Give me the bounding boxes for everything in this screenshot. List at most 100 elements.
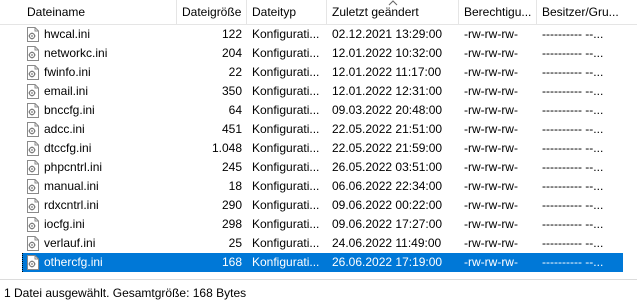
- file-owner: ---------- --...: [542, 103, 604, 117]
- column-header-modified-label: Zuletzt geändert: [332, 5, 419, 19]
- file-row[interactable]: email.ini 350 Konfigurati... 12.01.2022 12:…: [0, 82, 637, 101]
- file-type: Konfigurati...: [252, 46, 320, 60]
- file-modified: 02.12.2021 13:29:00: [332, 27, 443, 41]
- ini-file-icon: [26, 46, 40, 61]
- ini-file-icon: [26, 198, 40, 213]
- file-size: 22: [228, 65, 242, 79]
- file-modified: 22.05.2022 21:59:00: [332, 141, 443, 155]
- file-row-selected[interactable]: othercfg.ini 168 Konfigurati... 26.06.2022 …: [0, 253, 637, 272]
- file-permissions: -rw-rw-rw-: [464, 198, 518, 212]
- file-name: networkc.ini: [44, 46, 108, 60]
- column-header-size-label: Dateigröße: [182, 5, 242, 19]
- file-row[interactable]: fwinfo.ini 22 Konfigurati... 12.01.2022 11:…: [0, 63, 637, 82]
- file-owner: ---------- --...: [542, 141, 604, 155]
- file-owner: ---------- --...: [542, 122, 604, 136]
- file-name: hwcal.ini: [44, 27, 91, 41]
- file-type: Konfigurati...: [252, 27, 320, 41]
- file-name: fwinfo.ini: [44, 65, 91, 79]
- column-header-owner-label: Besitzer/Gru...: [542, 5, 619, 19]
- file-size: 18: [228, 179, 242, 193]
- file-modified: 26.06.2022 17:19:00: [332, 255, 443, 269]
- file-permissions: -rw-rw-rw-: [464, 84, 518, 98]
- ini-file-icon: [26, 84, 40, 99]
- file-owner: ---------- --...: [542, 65, 604, 79]
- focus-indicator: [22, 253, 24, 272]
- file-owner: ---------- --...: [542, 179, 604, 193]
- file-name: iocfg.ini: [44, 217, 85, 231]
- file-name: verlauf.ini: [44, 236, 96, 250]
- file-type: Konfigurati...: [252, 255, 320, 269]
- ini-file-icon: [26, 65, 40, 80]
- file-owner: ---------- --...: [542, 217, 604, 231]
- file-row[interactable]: rdxcntrl.ini 290 Konfigurati... 09.06.2022 …: [0, 196, 637, 215]
- file-permissions: -rw-rw-rw-: [464, 103, 518, 117]
- file-name: email.ini: [44, 84, 89, 98]
- file-modified: 22.05.2022 21:51:00: [332, 122, 443, 136]
- file-type: Konfigurati...: [252, 236, 320, 250]
- ini-file-icon: [26, 179, 40, 194]
- column-header-type-label: Dateityp: [252, 5, 297, 19]
- file-type: Konfigurati...: [252, 122, 320, 136]
- file-modified: 12.01.2022 11:17:00: [332, 65, 442, 79]
- file-row[interactable]: adcc.ini 451 Konfigurati... 22.05.2022 21:5…: [0, 120, 637, 139]
- file-name: bnccfg.ini: [44, 103, 95, 117]
- file-name: manual.ini: [44, 179, 99, 193]
- file-size: 204: [221, 46, 242, 60]
- file-size: 64: [228, 103, 242, 117]
- file-row[interactable]: dtccfg.ini 1.048 Konfigurati... 22.05.2022 …: [0, 139, 637, 158]
- file-type: Konfigurati...: [252, 160, 320, 174]
- file-name: rdxcntrl.ini: [44, 198, 99, 212]
- ini-file-icon: [26, 217, 40, 232]
- file-type: Konfigurati...: [252, 103, 320, 117]
- ini-file-icon: [26, 27, 40, 42]
- file-size: 451: [221, 122, 242, 136]
- file-name: othercfg.ini: [44, 255, 103, 269]
- file-size: 290: [221, 198, 242, 212]
- file-row[interactable]: networkc.ini 204 Konfigurati... 12.01.2022 …: [0, 44, 637, 63]
- file-row[interactable]: manual.ini 18 Konfigurati... 06.06.2022 22:…: [0, 177, 637, 196]
- sort-up-icon: [388, 0, 398, 6]
- status-text: 1 Datei ausgewählt. Gesamtgröße: 168 Byt…: [4, 286, 247, 300]
- file-row[interactable]: phpcntrl.ini 245 Konfigurati... 26.05.2022 …: [0, 158, 637, 177]
- file-modified: 24.06.2022 11:49:00: [332, 236, 442, 250]
- column-header-size[interactable]: Dateigröße: [177, 0, 247, 24]
- file-name: phpcntrl.ini: [44, 160, 103, 174]
- column-header-permissions-label: Berechtigu...: [464, 5, 532, 19]
- column-header-name[interactable]: Dateiname: [22, 0, 177, 24]
- file-row[interactable]: bnccfg.ini 64 Konfigurati... 09.03.2022 20:…: [0, 101, 637, 120]
- file-modified: 09.03.2022 20:48:00: [332, 103, 443, 117]
- file-permissions: -rw-rw-rw-: [464, 141, 518, 155]
- file-owner: ---------- --...: [542, 84, 604, 98]
- file-permissions: -rw-rw-rw-: [464, 179, 518, 193]
- file-modified: 09.06.2022 00:22:00: [332, 198, 443, 212]
- ini-file-icon: [26, 236, 40, 251]
- file-row[interactable]: verlauf.ini 25 Konfigurati... 24.06.2022 11…: [0, 234, 637, 253]
- file-permissions: -rw-rw-rw-: [464, 236, 518, 250]
- file-size: 25: [228, 236, 242, 250]
- file-permissions: -rw-rw-rw-: [464, 217, 518, 231]
- file-owner: ---------- --...: [542, 27, 604, 41]
- file-type: Konfigurati...: [252, 84, 320, 98]
- ini-file-icon: [26, 122, 40, 137]
- file-permissions: -rw-rw-rw-: [464, 46, 518, 60]
- file-list-view[interactable]: Dateiname Dateigröße Dateityp Zuletzt ge…: [0, 0, 637, 278]
- file-size: 245: [221, 160, 242, 174]
- file-permissions: -rw-rw-rw-: [464, 27, 518, 41]
- file-type: Konfigurati...: [252, 198, 320, 212]
- file-name: dtccfg.ini: [44, 141, 92, 155]
- column-header-bar: Dateiname Dateigröße Dateityp Zuletzt ge…: [0, 0, 637, 25]
- file-name: adcc.ini: [44, 122, 85, 136]
- column-header-permissions[interactable]: Berechtigu...: [459, 0, 537, 24]
- file-row[interactable]: iocfg.ini 298 Konfigurati... 09.06.2022 17:…: [0, 215, 637, 234]
- file-permissions: -rw-rw-rw-: [464, 160, 518, 174]
- column-header-owner[interactable]: Besitzer/Gru...: [537, 0, 637, 24]
- ini-file-icon: [26, 160, 40, 175]
- file-size: 1.048: [211, 141, 242, 155]
- status-bar: 1 Datei ausgewählt. Gesamtgröße: 168 Byt…: [0, 279, 637, 307]
- column-header-type[interactable]: Dateityp: [247, 0, 327, 24]
- file-permissions: -rw-rw-rw-: [464, 65, 518, 79]
- file-row[interactable]: hwcal.ini 122 Konfigurati... 02.12.2021 13:…: [0, 25, 637, 44]
- file-size: 350: [221, 84, 242, 98]
- file-rows: hwcal.ini 122 Konfigurati... 02.12.2021 13:…: [0, 25, 637, 272]
- file-type: Konfigurati...: [252, 217, 320, 231]
